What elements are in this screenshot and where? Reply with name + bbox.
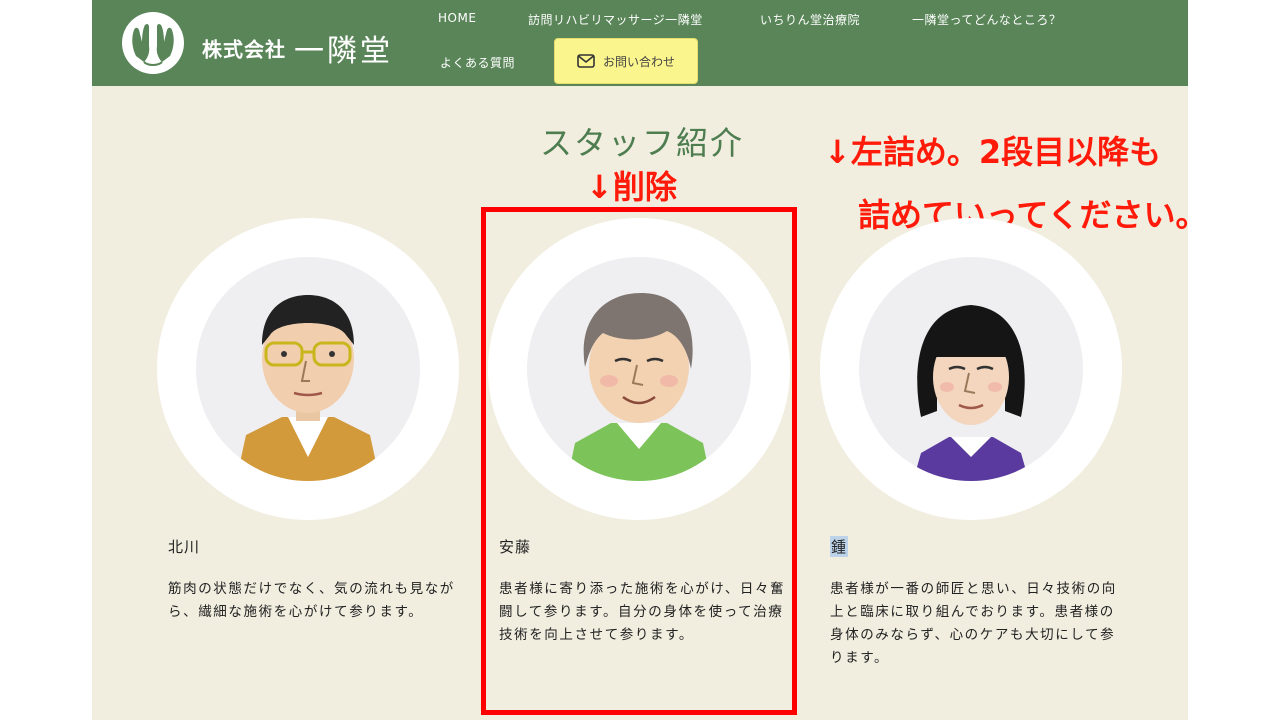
- staff-name: 鍾: [830, 536, 849, 557]
- mail-icon: [577, 54, 595, 68]
- annotation-delete: ↓削除: [586, 168, 677, 206]
- section-title: スタッフ紹介: [539, 124, 744, 162]
- nav-home[interactable]: HOME: [438, 11, 476, 25]
- nav-clinic[interactable]: いちりん堂治療院: [760, 11, 860, 28]
- staff-avatar-kitagawa: [157, 218, 459, 520]
- hands-logo-icon[interactable]: [122, 12, 184, 74]
- staff-avatar-zhong: [820, 218, 1122, 520]
- nav-faq[interactable]: よくある質問: [440, 54, 515, 71]
- staff-name: 北川: [168, 538, 201, 556]
- site-header: 株式会社 一隣堂 HOME 訪問リハビリマッサージ一隣堂 いちりん堂治療院 一隣堂…: [92, 0, 1188, 86]
- portrait-woman-bob-hair-icon: [859, 257, 1083, 481]
- contact-label: お問い合わせ: [602, 54, 675, 69]
- nav-about[interactable]: 一隣堂ってどんなところ？: [912, 11, 1061, 28]
- company-name: 一隣堂: [294, 34, 393, 69]
- staff-description: 筋肉の状態だけでなく、気の流れも見ながら、繊細な施術を心がけて参ります。: [168, 581, 455, 620]
- portrait-man-glasses-icon: [196, 257, 420, 481]
- delete-highlight-box: [481, 207, 797, 715]
- contact-button[interactable]: お問い合わせ: [554, 38, 698, 84]
- company-prefix: 株式会社: [202, 37, 286, 62]
- annotation-left-align-line1: ↓左詰め。2段目以降も: [824, 133, 1162, 171]
- brand[interactable]: 株式会社 一隣堂: [202, 26, 393, 70]
- annotation-left-align-line2: 詰めていってください。: [858, 196, 1208, 234]
- page: 株式会社 一隣堂 HOME 訪問リハビリマッサージ一隣堂 いちりん堂治療院 一隣堂…: [92, 0, 1207, 720]
- staff-description: 患者様が一番の師匠と思い、日々技術の向上と臨床に取り組んでおります。患者様の身体…: [830, 581, 1117, 666]
- nav-home-visit-rehab[interactable]: 訪問リハビリマッサージ一隣堂: [528, 11, 703, 28]
